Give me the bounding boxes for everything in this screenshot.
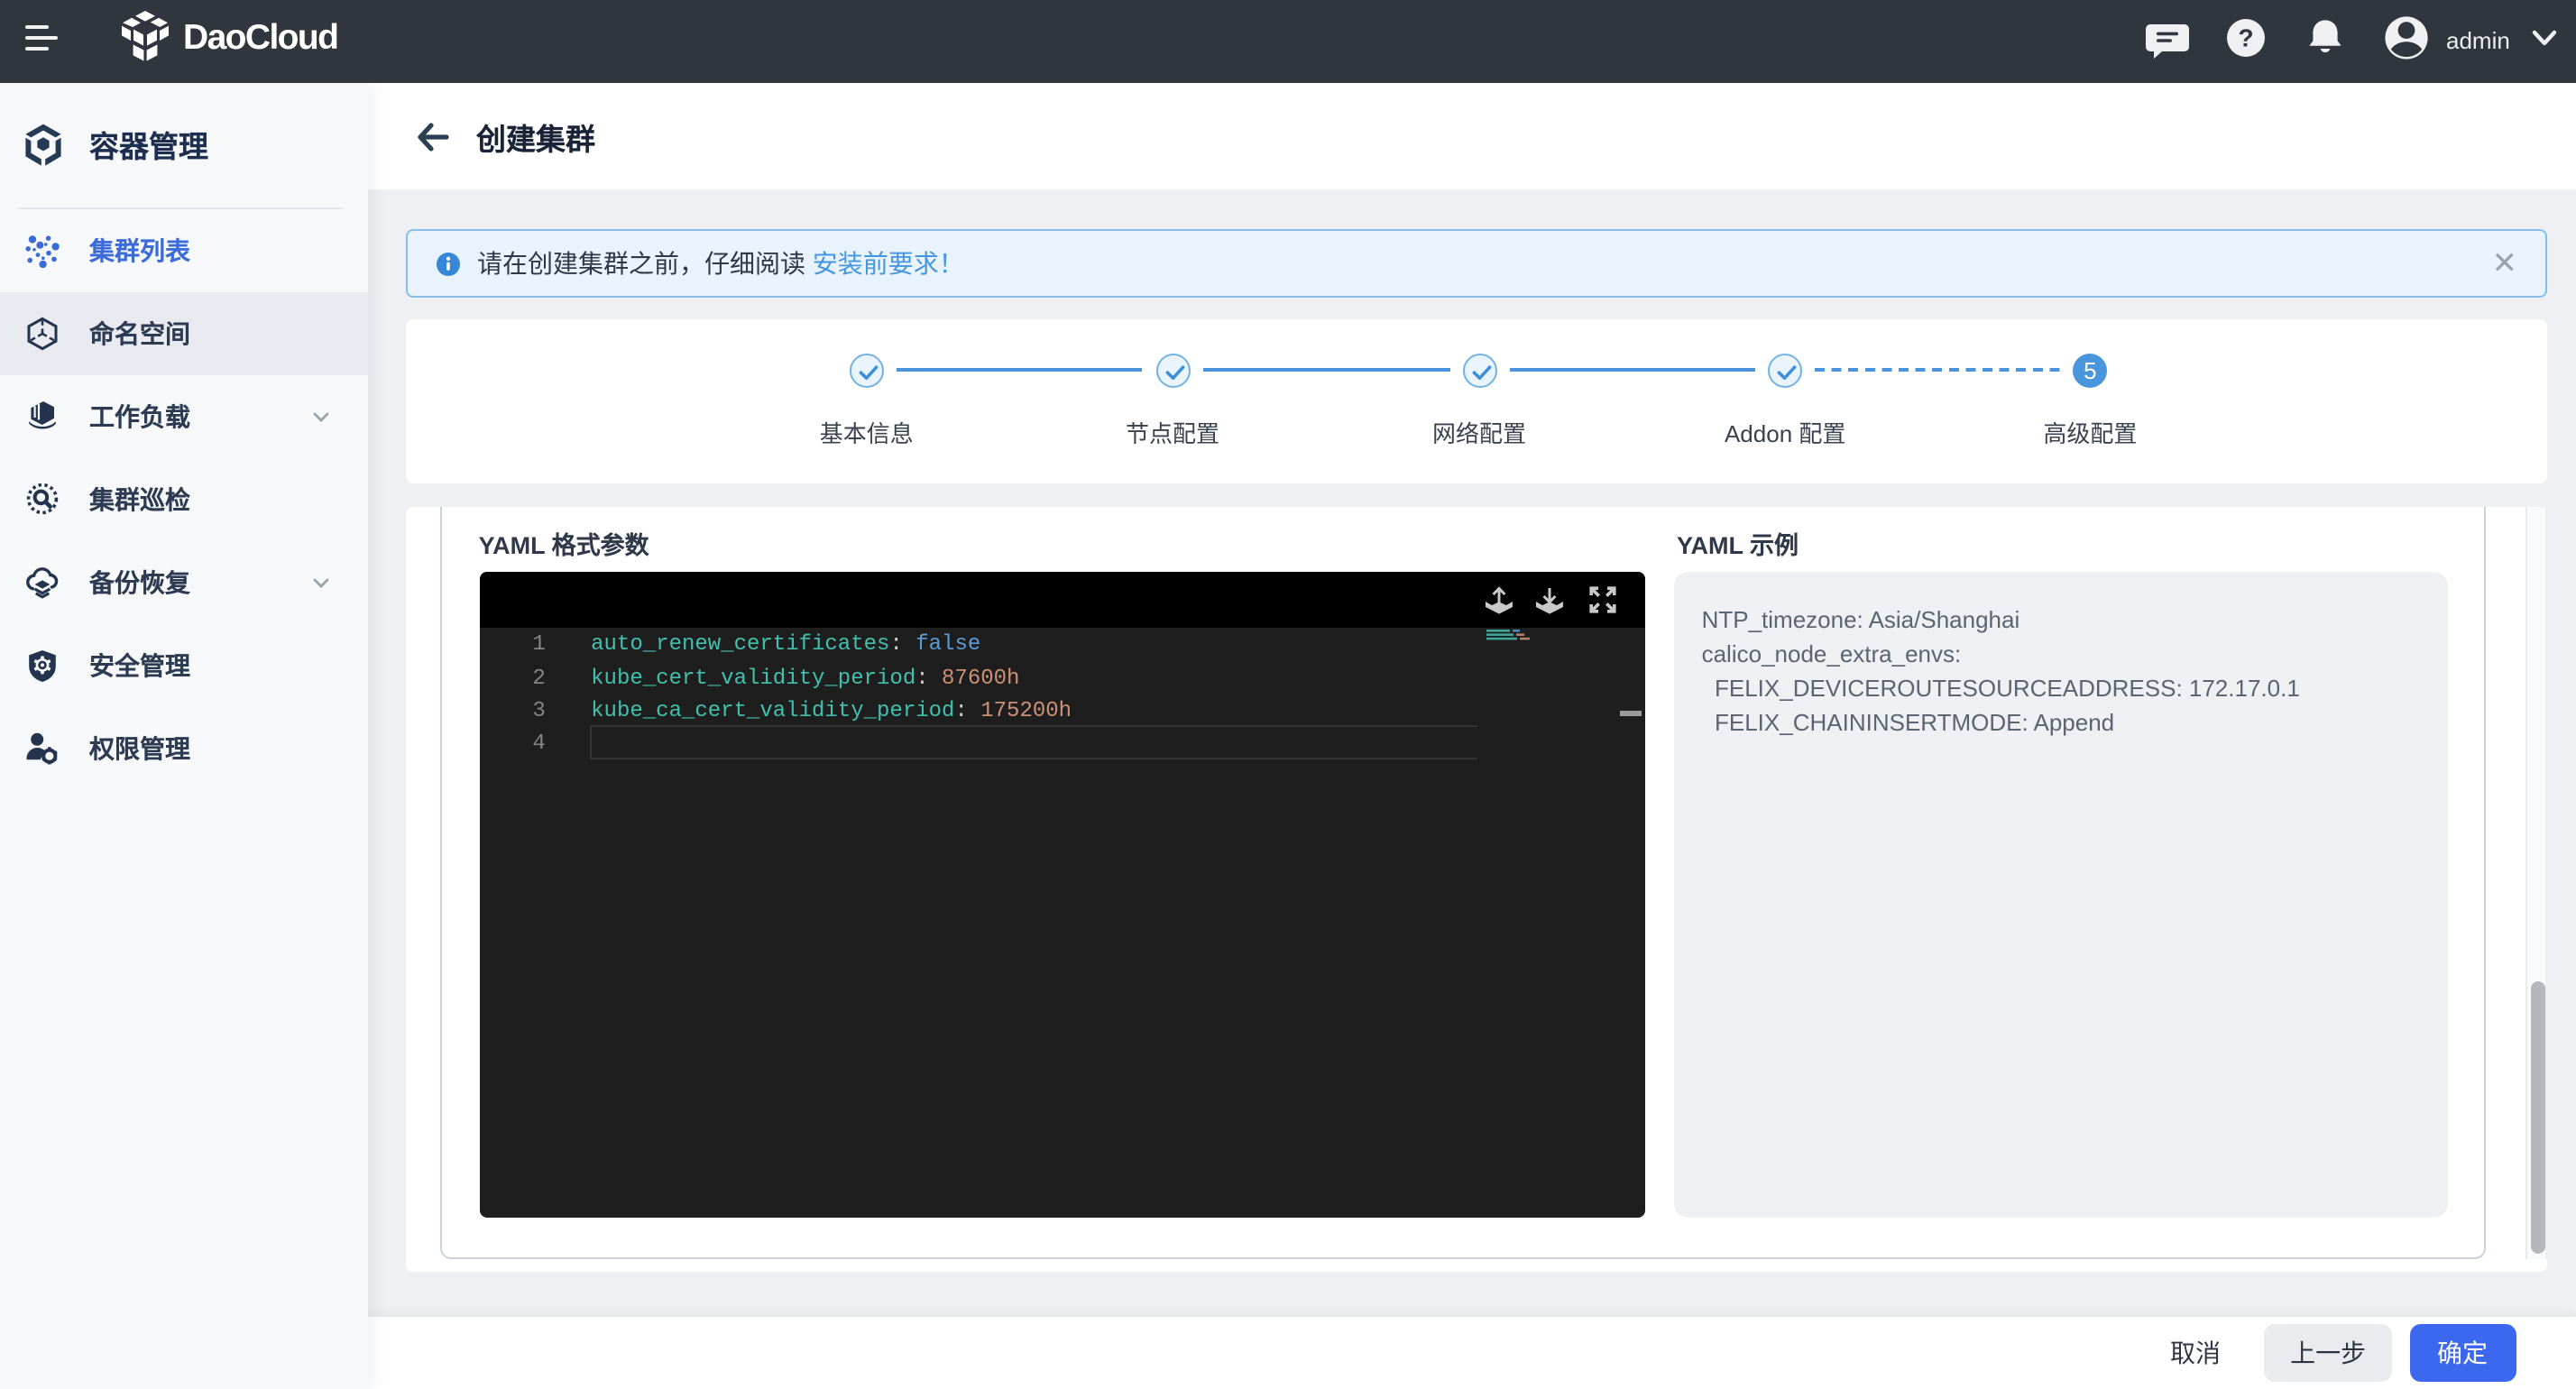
svg-text:?: ? <box>2238 23 2253 51</box>
